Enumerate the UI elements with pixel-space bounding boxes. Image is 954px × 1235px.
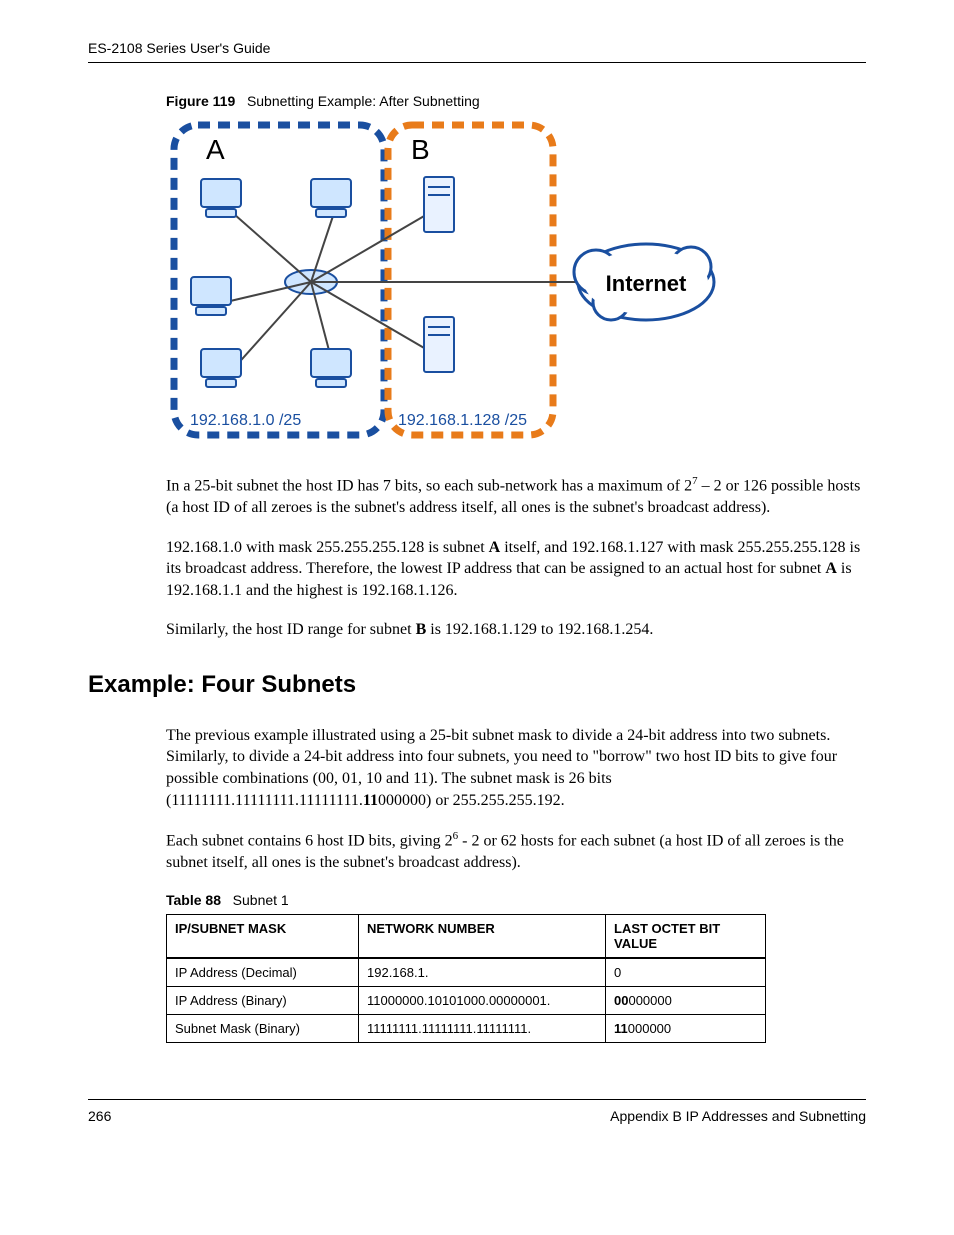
subnet-b-ip: 192.168.1.128 /25 — [398, 412, 527, 429]
paragraph-4: The previous example illustrated using a… — [166, 725, 866, 811]
section-heading: Example: Four Subnets — [88, 671, 866, 699]
table-header: NETWORK NUMBER — [359, 914, 606, 958]
page-number: 266 — [88, 1108, 111, 1124]
figure-caption: Figure 119 Subnetting Example: After Sub… — [166, 93, 866, 109]
footer-appendix: Appendix B IP Addresses and Subnetting — [610, 1108, 866, 1124]
table-header: IP/SUBNET MASK — [167, 914, 359, 958]
running-header: ES-2108 Series User's Guide — [88, 40, 866, 63]
figure-number: Figure 119 — [166, 93, 235, 109]
subnet-a-ip: 192.168.1.0 /25 — [190, 412, 301, 429]
subnet-table: IP/SUBNET MASK NETWORK NUMBER LAST OCTET… — [166, 914, 766, 1043]
paragraph-3: Similarly, the host ID range for subnet … — [166, 619, 866, 641]
group-a-label: A — [206, 134, 225, 165]
group-b-label: B — [411, 134, 430, 165]
table-row: Subnet Mask (Binary) 11111111.11111111.1… — [167, 1014, 766, 1042]
table-title: Subnet 1 — [233, 892, 289, 908]
table-row: IP Address (Binary) 11000000.10101000.00… — [167, 986, 766, 1014]
paragraph-1: In a 25-bit subnet the host ID has 7 bit… — [166, 474, 866, 519]
table-number: Table 88 — [166, 892, 221, 908]
figure-title: Subnetting Example: After Subnetting — [247, 93, 480, 109]
subnetting-diagram: A B — [166, 117, 726, 447]
paragraph-5: Each subnet contains 6 host ID bits, giv… — [166, 829, 866, 874]
table-header: LAST OCTET BIT VALUE — [606, 914, 766, 958]
table-row: IP Address (Decimal) 192.168.1. 0 — [167, 958, 766, 987]
table-caption: Table 88 Subnet 1 — [166, 892, 866, 908]
server-icon — [424, 177, 454, 372]
internet-label: Internet — [606, 271, 687, 296]
internet-cloud: Internet — [574, 244, 714, 320]
paragraph-2: 192.168.1.0 with mask 255.255.255.128 is… — [166, 537, 866, 602]
